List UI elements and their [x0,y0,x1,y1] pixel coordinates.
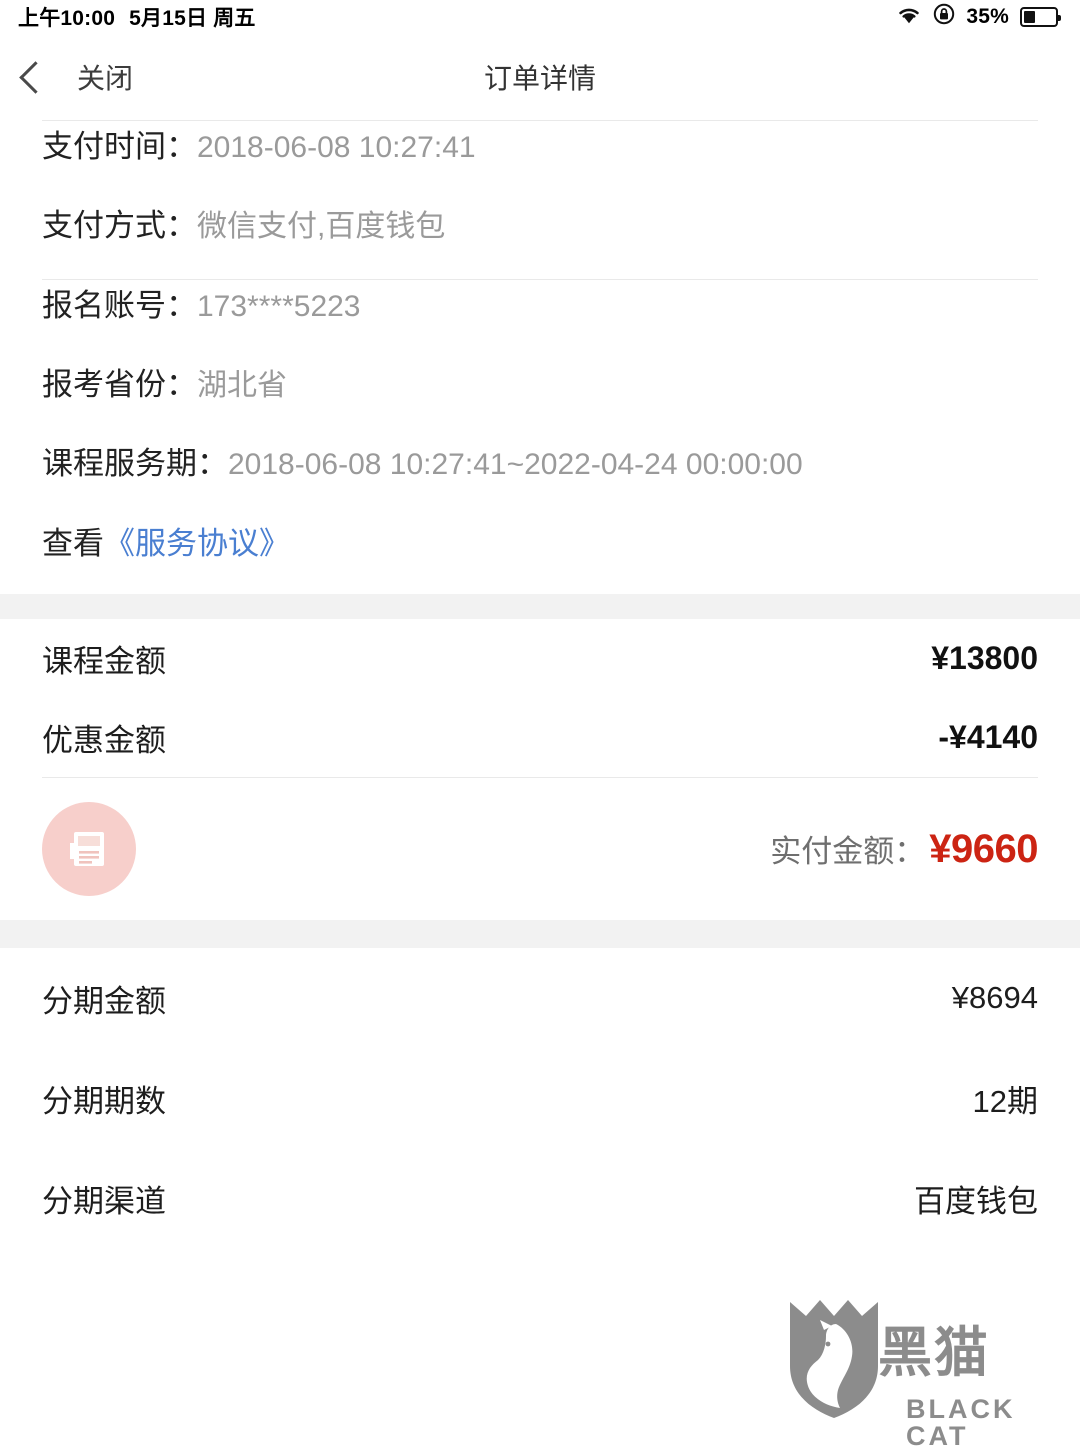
status-bar-right: 35% [896,3,1061,31]
discount-amount-value: -¥4140 [938,719,1038,755]
chevron-left-icon [19,60,52,94]
status-bar-left: 上午10:00 5月15日 周五 [18,2,256,32]
paid-amount-value: ¥9660 [929,827,1038,871]
account-value: 173****5223 [197,290,361,323]
account-label: 报名账号： [42,288,197,323]
registration-info-section: 报名账号： 173****5223 报考省份： 湖北省 课程服务期： 2018-… [0,280,1080,594]
paid-amount-group: 实付金额： ¥9660 [770,826,1038,872]
nav-bar: 关闭 订单详情 [0,34,1080,120]
province-label: 报考省份： [42,367,197,402]
payment-time-row: 支付时间： 2018-06-08 10:27:41 [42,121,1038,200]
watermark-black-cat: 黑猫 BLACK CAT [786,1290,1076,1450]
installment-periods-row: 分期期数 12期 [42,1048,1038,1148]
installment-channel-label: 分期渠道 [42,1183,166,1219]
close-button-label: 关闭 [77,63,134,94]
battery-icon [1020,7,1061,27]
province-value: 湖北省 [197,369,287,402]
receipt-icon [42,802,136,896]
service-period-value: 2018-06-08 10:27:41~2022-04-24 00:00:00 [228,448,803,481]
status-date: 5月15日 周五 [129,7,256,30]
installment-periods-label: 分期期数 [42,1083,166,1119]
installment-channel-value: 百度钱包 [914,1183,1038,1219]
installment-amount-value: ¥8694 [951,980,1038,1015]
course-amount-value: ¥13800 [931,640,1038,676]
section-gap-2 [0,920,1080,948]
account-row: 报名账号： 173****5223 [42,280,1038,359]
discount-amount-label: 优惠金额 [42,723,166,758]
payment-time-label: 支付时间： [42,129,197,164]
payment-method-value: 微信支付,百度钱包 [197,210,446,243]
status-bar: 上午10:00 5月15日 周五 35% [0,0,1080,34]
agreement-prefix: 查看 [42,526,104,561]
close-button[interactable]: 关闭 [0,57,133,97]
payment-time-value: 2018-06-08 10:27:41 [197,131,476,164]
shield-cat-icon [786,1296,882,1425]
service-period-row: 课程服务期： 2018-06-08 10:27:41~2022-04-24 00… [42,438,1038,518]
amount-section: 课程金额 ¥13800 优惠金额 -¥4140 [0,619,1080,777]
service-agreement-link[interactable]: 《服务协议》 [104,518,290,563]
watermark-en-text: BLACK CAT [906,1394,1016,1451]
wifi-icon [896,4,922,30]
course-amount-label: 课程金额 [42,644,166,679]
section-gap-1 [0,594,1080,619]
province-row: 报考省份： 湖北省 [42,359,1038,438]
watermark-cn-text: 黑猫 [878,1323,990,1383]
payment-info-section: 支付时间： 2018-06-08 10:27:41 支付方式： 微信支付,百度钱… [0,121,1080,279]
installment-channel-row: 分期渠道 百度钱包 [42,1148,1038,1248]
page-title: 订单详情 [483,63,596,94]
status-time: 上午10:00 [18,7,116,30]
course-amount-row: 课程金额 ¥13800 [42,619,1038,698]
discount-amount-row: 优惠金额 -¥4140 [42,698,1038,777]
payment-method-label: 支付方式： [42,208,197,243]
installment-amount-row: 分期金额 ¥8694 [42,948,1038,1048]
installment-amount-label: 分期金额 [42,983,166,1019]
paid-amount-label: 实付金额： [770,834,926,869]
paid-amount-row: 实付金额： ¥9660 [0,778,1080,920]
agreement-row[interactable]: 查看 《服务协议》 [42,518,1038,594]
installment-periods-value: 12期 [972,1083,1038,1119]
installment-section: 分期金额 ¥8694 分期期数 12期 分期渠道 百度钱包 [0,948,1080,1248]
payment-method-row: 支付方式： 微信支付,百度钱包 [42,200,1038,279]
service-period-label: 课程服务期： [42,446,228,481]
lock-icon [933,3,955,31]
battery-percent: 35% [966,5,1009,28]
